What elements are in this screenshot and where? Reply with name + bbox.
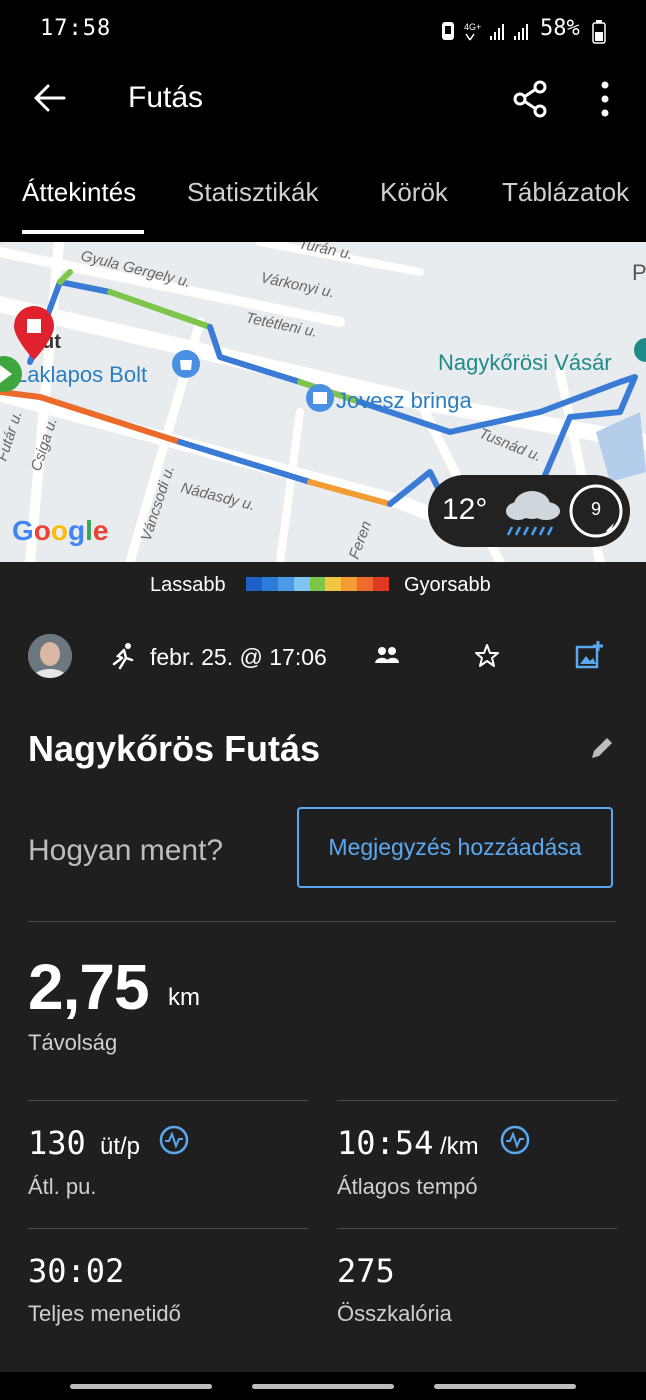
divider (28, 1228, 308, 1229)
pace-value: 10:54 (337, 1124, 434, 1162)
network-type-icon: 4G+ (464, 22, 481, 32)
nav-recents-button[interactable] (70, 1384, 212, 1389)
distance-unit: km (168, 984, 200, 1011)
calories-label: Összkalória (337, 1301, 452, 1326)
distance-label: Távolság (28, 1030, 118, 1055)
legend-color-swatch (341, 577, 358, 591)
share-icon[interactable] (512, 80, 550, 118)
legend-color-swatch (246, 577, 262, 591)
activity-name: Nagykőrös Futás (28, 728, 321, 769)
nav-home-button[interactable] (252, 1384, 394, 1389)
legend-faster-label: Gyorsabb (404, 574, 491, 596)
divider (337, 1100, 617, 1101)
pace-unit: /km (440, 1133, 479, 1160)
back-arrow-icon[interactable] (32, 82, 68, 114)
heart-rate-icon[interactable] (159, 1125, 189, 1155)
signal-icon-2 (514, 24, 528, 40)
street-label: Turán u. (297, 242, 354, 263)
legend-color-swatch (357, 577, 374, 591)
total-time-value: 30:02 (28, 1252, 125, 1290)
legend-slower-label: Lassabb (150, 574, 226, 596)
street-label: Tusnád u. (477, 425, 544, 465)
divider (337, 1228, 617, 1229)
edit-pencil-icon[interactable] (588, 734, 616, 762)
pace-chart-icon[interactable] (500, 1125, 530, 1155)
cadence-label: Átl. pu. (28, 1174, 97, 1199)
divider (28, 921, 616, 922)
tab-laps[interactable]: Körök (380, 177, 448, 208)
signal-icon (490, 24, 504, 40)
street-label: Futár u. (0, 409, 26, 463)
battery-icon (592, 20, 606, 44)
legend-color-swatch (373, 577, 390, 591)
street-label: Feren (346, 519, 375, 562)
cadence-unit: üt/p (100, 1133, 141, 1160)
street-label: Nádasdy u. (179, 479, 257, 514)
active-tab-indicator (22, 230, 144, 234)
legend-color-swatch (277, 577, 294, 591)
poi-vasar[interactable]: Nagykőrösi Vásár (438, 350, 612, 375)
battery-percent: 58% (540, 16, 580, 41)
legend-color-swatch (309, 577, 326, 591)
poi-bolt[interactable]: Laklapos Bolt (15, 350, 200, 387)
status-time: 17:58 (40, 16, 112, 41)
avatar[interactable] (28, 634, 72, 678)
running-icon (112, 643, 134, 670)
pace-legend-bar (246, 577, 390, 591)
nav-back-button[interactable] (434, 1384, 576, 1389)
status-icons: 4G+ (442, 22, 528, 41)
people-icon[interactable] (374, 645, 400, 667)
legend-color-swatch (325, 577, 342, 591)
more-options-icon[interactable] (598, 80, 612, 118)
route-map[interactable]: Gyula Gergely u. Turán u. Várkonyi u. Te… (0, 242, 646, 562)
add-note-button[interactable]: Megjegyzés hozzáadása (297, 807, 613, 888)
svg-text:Jovesz bringa: Jovesz bringa (336, 388, 473, 413)
poi-p: P (632, 260, 646, 285)
distance-value: 2,75 (28, 951, 150, 1023)
pace-label: Átlagos tempó (337, 1174, 478, 1199)
legend-color-swatch (261, 577, 278, 591)
page-title: Futás (128, 81, 204, 114)
total-time-label: Teljes menetidő (28, 1301, 181, 1326)
how-did-it-go-label: Hogyan ment? (28, 834, 224, 867)
weather-widget[interactable]: 12° 9 (428, 475, 630, 547)
rain-cloud-icon (506, 491, 560, 536)
add-photo-icon[interactable] (574, 640, 604, 670)
google-logo: Google (12, 515, 108, 546)
activity-date: febr. 25. @ 17:06 (150, 644, 327, 670)
divider (28, 1100, 308, 1101)
street-label: Csiga u. (28, 416, 61, 474)
wind-speed: 9 (590, 499, 601, 519)
tab-overview[interactable]: Áttekintés (22, 177, 136, 208)
street-label: Várkonyi u. (259, 269, 336, 301)
svg-text:Laklapos Bolt: Laklapos Bolt (15, 362, 147, 387)
cadence-value: 130 (28, 1124, 86, 1162)
tab-tables[interactable]: Táblázatok (502, 177, 629, 208)
calories-value: 275 (337, 1252, 395, 1290)
weather-temperature: 12° (442, 493, 488, 526)
legend-color-swatch (293, 577, 310, 591)
tab-statistics[interactable]: Statisztikák (187, 177, 319, 208)
star-icon[interactable] (474, 643, 500, 669)
